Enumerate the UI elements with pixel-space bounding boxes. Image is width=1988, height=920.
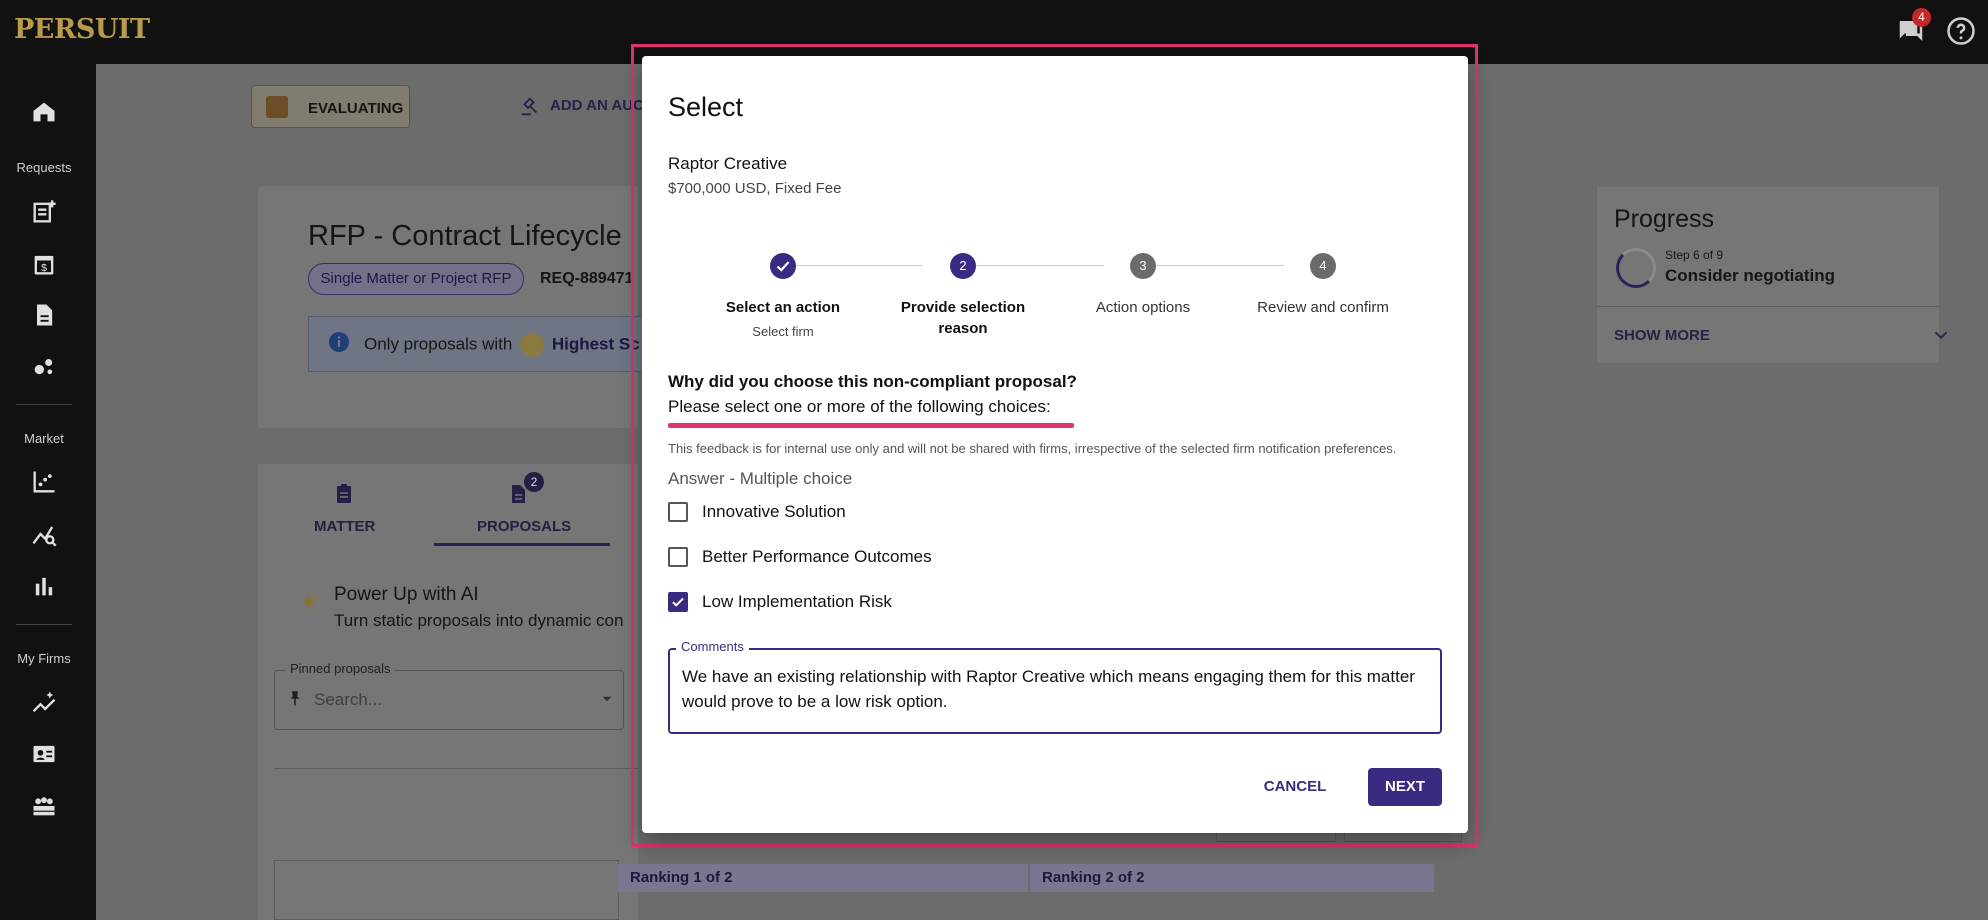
bubbles-icon[interactable]	[30, 352, 58, 380]
step-3-label: Action options	[1095, 299, 1191, 316]
feedback-note: This feedback is for internal use only a…	[668, 441, 1397, 456]
pin-icon	[290, 691, 300, 706]
option-label: Innovative Solution	[702, 502, 846, 521]
dropdown-arrow-icon[interactable]	[598, 690, 616, 708]
side-rail: Requests $ Market My Firms	[0, 64, 96, 920]
info-text-bold: Highest Sc	[551, 334, 640, 354]
active-tab-indicator	[434, 543, 610, 546]
dialog-title: Select	[668, 92, 744, 122]
step-3-circle: 3	[1130, 253, 1156, 279]
info-text: Only proposals with Highest Sc	[364, 333, 640, 357]
rail-divider	[16, 404, 72, 405]
trophy-icon	[520, 333, 545, 357]
pinned-proposals-label: Pinned proposals	[286, 661, 395, 676]
instruction-highlight	[668, 423, 1074, 428]
step-1-sublabel: Select firm	[752, 324, 814, 339]
step-2-label: Provide selection reason	[900, 299, 1026, 337]
trend-sparkle-icon[interactable]	[30, 688, 58, 716]
step-1-label: Select an action	[725, 299, 841, 316]
comments-label: Comments	[676, 639, 749, 654]
rfp-title: RFP - Contract Lifecycle	[308, 220, 622, 252]
add-auction-button[interactable]: ADD AN AUC	[550, 97, 644, 114]
option-better-performance-outcomes[interactable]: Better Performance Outcomes	[668, 544, 968, 572]
option-innovative-solution[interactable]: Innovative Solution	[668, 499, 968, 527]
step-4-label: Review and confirm	[1257, 299, 1389, 316]
info-text-plain: Only proposals with	[364, 334, 513, 354]
cancel-button[interactable]: CANCEL	[1254, 768, 1336, 806]
ranking-header-2: Ranking 2 of 2	[1030, 864, 1434, 892]
bar-chart-icon[interactable]	[30, 572, 58, 600]
progress-ring	[1616, 248, 1656, 288]
step-1-circle	[770, 253, 796, 279]
stepper-connector	[976, 265, 1104, 266]
help-icon[interactable]	[1946, 16, 1976, 46]
selection-instruction: Please select one or more of the followi…	[668, 397, 1051, 416]
comments-value[interactable]: We have an existing relationship with Ra…	[682, 664, 1432, 714]
show-more-button[interactable]: SHOW MORE	[1614, 327, 1710, 344]
checkmark-icon	[672, 597, 684, 607]
ranking-header-1: Ranking 1 of 2	[618, 864, 1028, 892]
tab-proposals[interactable]: PROPOSALS	[477, 518, 571, 535]
home-icon[interactable]	[30, 98, 58, 126]
evaluating-status-button[interactable]: EVALUATING	[251, 85, 410, 128]
step-2-circle: 2	[950, 253, 976, 279]
stepper-connector	[1156, 265, 1284, 266]
progress-title: Progress	[1614, 205, 1715, 233]
proposal-label-column	[274, 860, 619, 920]
power-up-title: Power Up with AI	[334, 584, 479, 605]
evaluating-label: EVALUATING	[308, 100, 404, 117]
checkbox-unchecked[interactable]	[668, 547, 688, 567]
rfp-type-chip: Single Matter or Project RFP	[308, 263, 524, 295]
new-request-icon[interactable]	[30, 198, 58, 226]
pinned-search-placeholder: Search...	[314, 690, 383, 709]
persuit-logo[interactable]: PERSUIT	[14, 14, 150, 45]
checkbox-unchecked[interactable]	[668, 502, 688, 522]
rail-section-my-firms: My Firms	[17, 651, 71, 666]
book-icon	[266, 96, 288, 118]
progress-step-name: Consider negotiating	[1665, 266, 1835, 285]
rail-divider	[16, 624, 72, 625]
chart-search-icon[interactable]	[30, 520, 58, 548]
answer-type-label: Answer - Multiple choice	[668, 469, 853, 488]
step-4-circle: 4	[1310, 253, 1336, 279]
proposals-count-badge: 2	[524, 472, 544, 492]
selection-question: Why did you choose this non-compliant pr…	[668, 372, 1077, 391]
stepper-connector	[796, 265, 922, 266]
firm-price: $700,000 USD, Fixed Fee	[668, 180, 842, 197]
request-id: REQ-889471	[540, 270, 634, 287]
svg-text:$: $	[41, 262, 47, 274]
ranking-2-label: Ranking 2 of 2	[1042, 869, 1145, 886]
ranking-1-label: Ranking 1 of 2	[630, 869, 733, 886]
tab-matter[interactable]: MATTER	[314, 518, 375, 535]
firm-name: Raptor Creative	[668, 154, 788, 173]
sparkle-icon	[300, 593, 321, 611]
chevron-down-icon[interactable]	[1930, 324, 1952, 346]
checkmark-icon	[776, 261, 790, 272]
checkbox-checked[interactable]	[668, 592, 688, 612]
divider	[274, 768, 638, 769]
scatter-chart-icon[interactable]	[30, 468, 58, 496]
select-dialog: Select Raptor Creative $700,000 USD, Fix…	[642, 56, 1468, 833]
info-icon	[329, 332, 349, 352]
progress-step-text: Step 6 of 9	[1665, 248, 1724, 262]
gavel-icon	[521, 97, 537, 116]
clipboard-icon	[337, 484, 351, 503]
calendar-dollar-icon[interactable]: $	[30, 250, 58, 278]
option-label: Better Performance Outcomes	[702, 547, 932, 566]
progress-divider	[1597, 306, 1939, 307]
rail-section-requests: Requests	[16, 160, 72, 175]
power-up-subtitle: Turn static proposals into dynamic con	[334, 611, 624, 630]
option-low-implementation-risk[interactable]: Low Implementation Risk	[668, 589, 968, 617]
rail-section-market: Market	[24, 431, 64, 446]
message-count-badge: 4	[1912, 8, 1931, 27]
document-icon[interactable]	[30, 301, 58, 329]
contact-card-icon[interactable]	[30, 740, 58, 768]
next-button[interactable]: NEXT	[1368, 768, 1442, 806]
group-icon[interactable]	[30, 792, 58, 820]
option-label: Low Implementation Risk	[702, 592, 892, 611]
